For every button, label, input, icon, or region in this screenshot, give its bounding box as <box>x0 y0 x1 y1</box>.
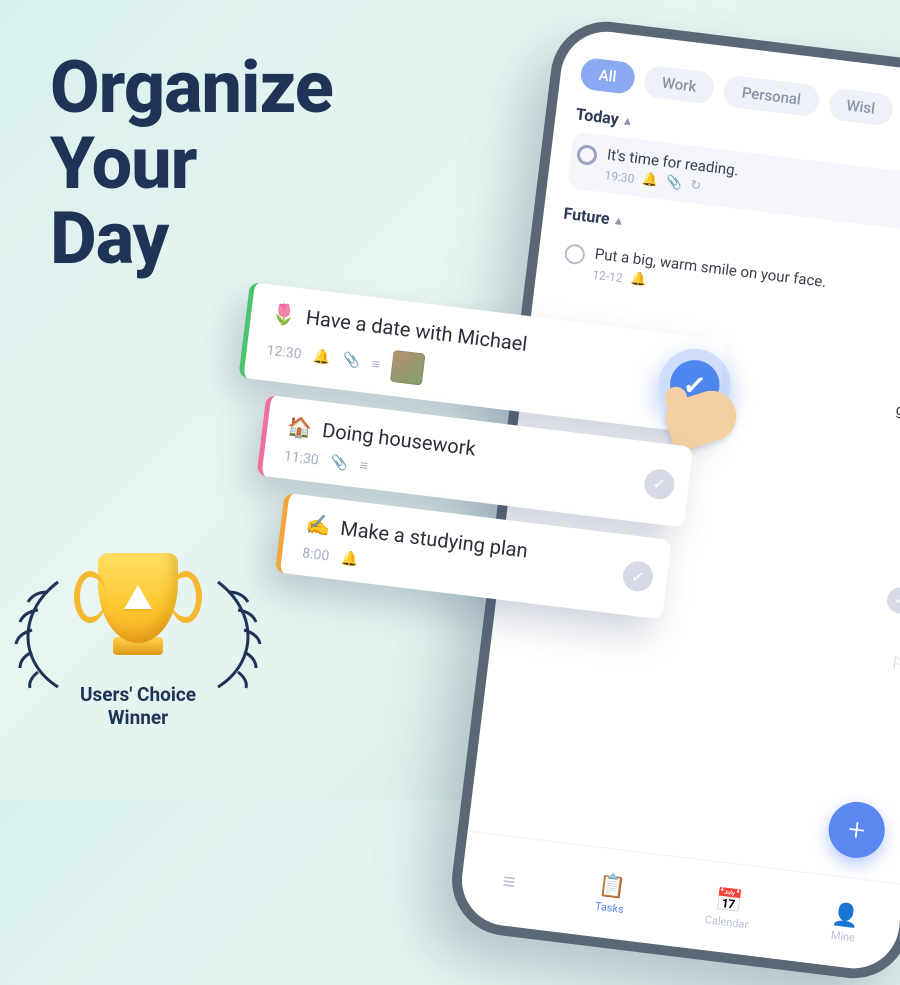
nav-mine[interactable]: 👤 Mine <box>829 901 861 944</box>
check-icon: ✓ <box>630 566 646 586</box>
subtasks-icon: ≡ <box>359 457 369 475</box>
task-time: 12:30 <box>266 342 303 362</box>
attachment-thumbnail[interactable] <box>390 350 426 386</box>
task-time: 8:00 <box>301 545 330 564</box>
check-icon: ✓ <box>652 474 668 494</box>
nav-tasks[interactable]: 📋 Tasks <box>594 872 628 915</box>
award-text: Users' Choice Winner <box>80 683 196 731</box>
flag-outline-icon[interactable]: ⚐ <box>890 653 900 674</box>
bottom-nav: ≡ 📋 Tasks 📅 Calendar 👤 Mine <box>457 831 900 974</box>
section-label-future: Future <box>563 204 611 229</box>
headline-line-2: Your <box>50 126 333 202</box>
task-time: 11:30 <box>283 448 320 468</box>
attachment-icon: 📎 <box>342 352 361 370</box>
task-time: 19:30 <box>604 168 635 186</box>
bell-icon: 🔔 <box>630 271 648 288</box>
tasks-icon: 📋 <box>597 872 627 900</box>
nav-calendar[interactable]: 📅 Calendar <box>704 886 752 931</box>
award-line-2: Winner <box>80 706 196 730</box>
attachment-icon: 📎 <box>665 175 683 192</box>
headline: Organize Your Day <box>50 50 333 277</box>
award-line-1: Users' Choice <box>80 683 196 707</box>
nav-label: Tasks <box>594 899 624 915</box>
add-task-fab[interactable]: + <box>826 799 888 861</box>
play-store-icon <box>124 585 152 609</box>
task-time: 12-12 <box>592 267 624 285</box>
task-radio[interactable] <box>564 243 586 265</box>
bell-icon: 🔔 <box>641 172 659 189</box>
chevron-up-icon: ▴ <box>615 213 623 228</box>
profile-icon: 👤 <box>830 901 860 929</box>
chevron-up-icon: ▴ <box>624 113 632 128</box>
filter-tab-personal[interactable]: Personal <box>722 74 821 117</box>
filter-tab-all[interactable]: All <box>579 57 636 95</box>
plus-icon: + <box>846 812 867 849</box>
task-emoji-icon: ✍️ <box>305 512 333 539</box>
trophy-icon <box>98 553 178 643</box>
nav-label: Calendar <box>704 913 749 931</box>
repeat-icon: ↻ <box>689 178 702 194</box>
nav-menu[interactable]: ≡ <box>501 868 517 895</box>
attachment-icon: 📎 <box>330 454 349 472</box>
calendar-icon: 📅 <box>714 887 744 915</box>
bell-icon: 🔔 <box>340 550 359 568</box>
filter-tab-work[interactable]: Work <box>642 65 716 105</box>
task-emoji-icon: 🌷 <box>270 301 298 328</box>
bell-icon: 🔔 <box>312 348 331 366</box>
task-radio[interactable] <box>576 144 598 166</box>
menu-icon: ≡ <box>501 868 517 895</box>
subtasks-icon: ≡ <box>371 355 381 373</box>
task-title-fragment: g. <box>895 401 900 420</box>
headline-line-3: Day <box>50 201 333 277</box>
nav-label: Mine <box>830 928 856 944</box>
section-label-today: Today <box>575 104 620 128</box>
award-badge: Users' Choice Winner <box>80 553 196 731</box>
task-emoji-icon: 🏠 <box>286 414 314 441</box>
completed-check-icon[interactable]: ✓ <box>886 586 900 615</box>
floating-task-cards: 🌷 Have a date with Michael 12:30 🔔 📎 ≡ ✓… <box>214 282 727 637</box>
headline-line-1: Organize <box>50 50 333 126</box>
filter-tab-wishlist[interactable]: Wisl <box>827 87 895 127</box>
